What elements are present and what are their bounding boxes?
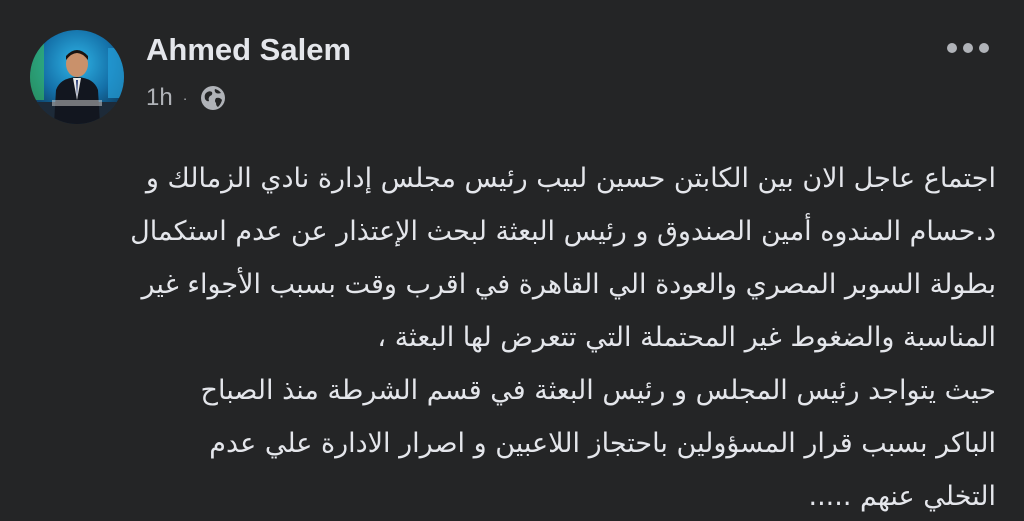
- post-body-line: اجتماع عاجل الان بين الكابتن حسين لبيب ر…: [145, 163, 996, 194]
- meta-separator: ·: [182, 90, 188, 106]
- globe-icon: [199, 84, 227, 112]
- more-horizontal-icon: [947, 43, 989, 53]
- post-meta: 1h ·: [146, 82, 227, 114]
- author-name[interactable]: Ahmed Salem: [146, 32, 351, 68]
- post-body-line: د.حسام المندوه أمين الصندوق و رئيس البعث…: [130, 216, 996, 247]
- post-body-line: الباكر بسبب قرار المسؤولين باحتجاز اللاع…: [209, 428, 996, 459]
- avatar-photo: [30, 30, 124, 124]
- more-options-button[interactable]: [942, 30, 994, 66]
- post-body: اجتماع عاجل الان بين الكابتن حسين لبيب ر…: [24, 152, 996, 521]
- post-body-line: بطولة السوبر المصري والعودة الي القاهرة …: [141, 269, 996, 300]
- post-body-line: حيث يتواجد رئيس المجلس و رئيس البعثة في …: [200, 375, 996, 406]
- post-body-line: المناسبة والضغوط غير المحتملة التي تتعرض…: [377, 322, 996, 353]
- post-timestamp[interactable]: 1h: [146, 84, 173, 112]
- post-header: Ahmed Salem 1h ·: [30, 30, 994, 126]
- post-body-line: التخلي عنهم .....: [808, 481, 997, 512]
- avatar[interactable]: [30, 30, 124, 124]
